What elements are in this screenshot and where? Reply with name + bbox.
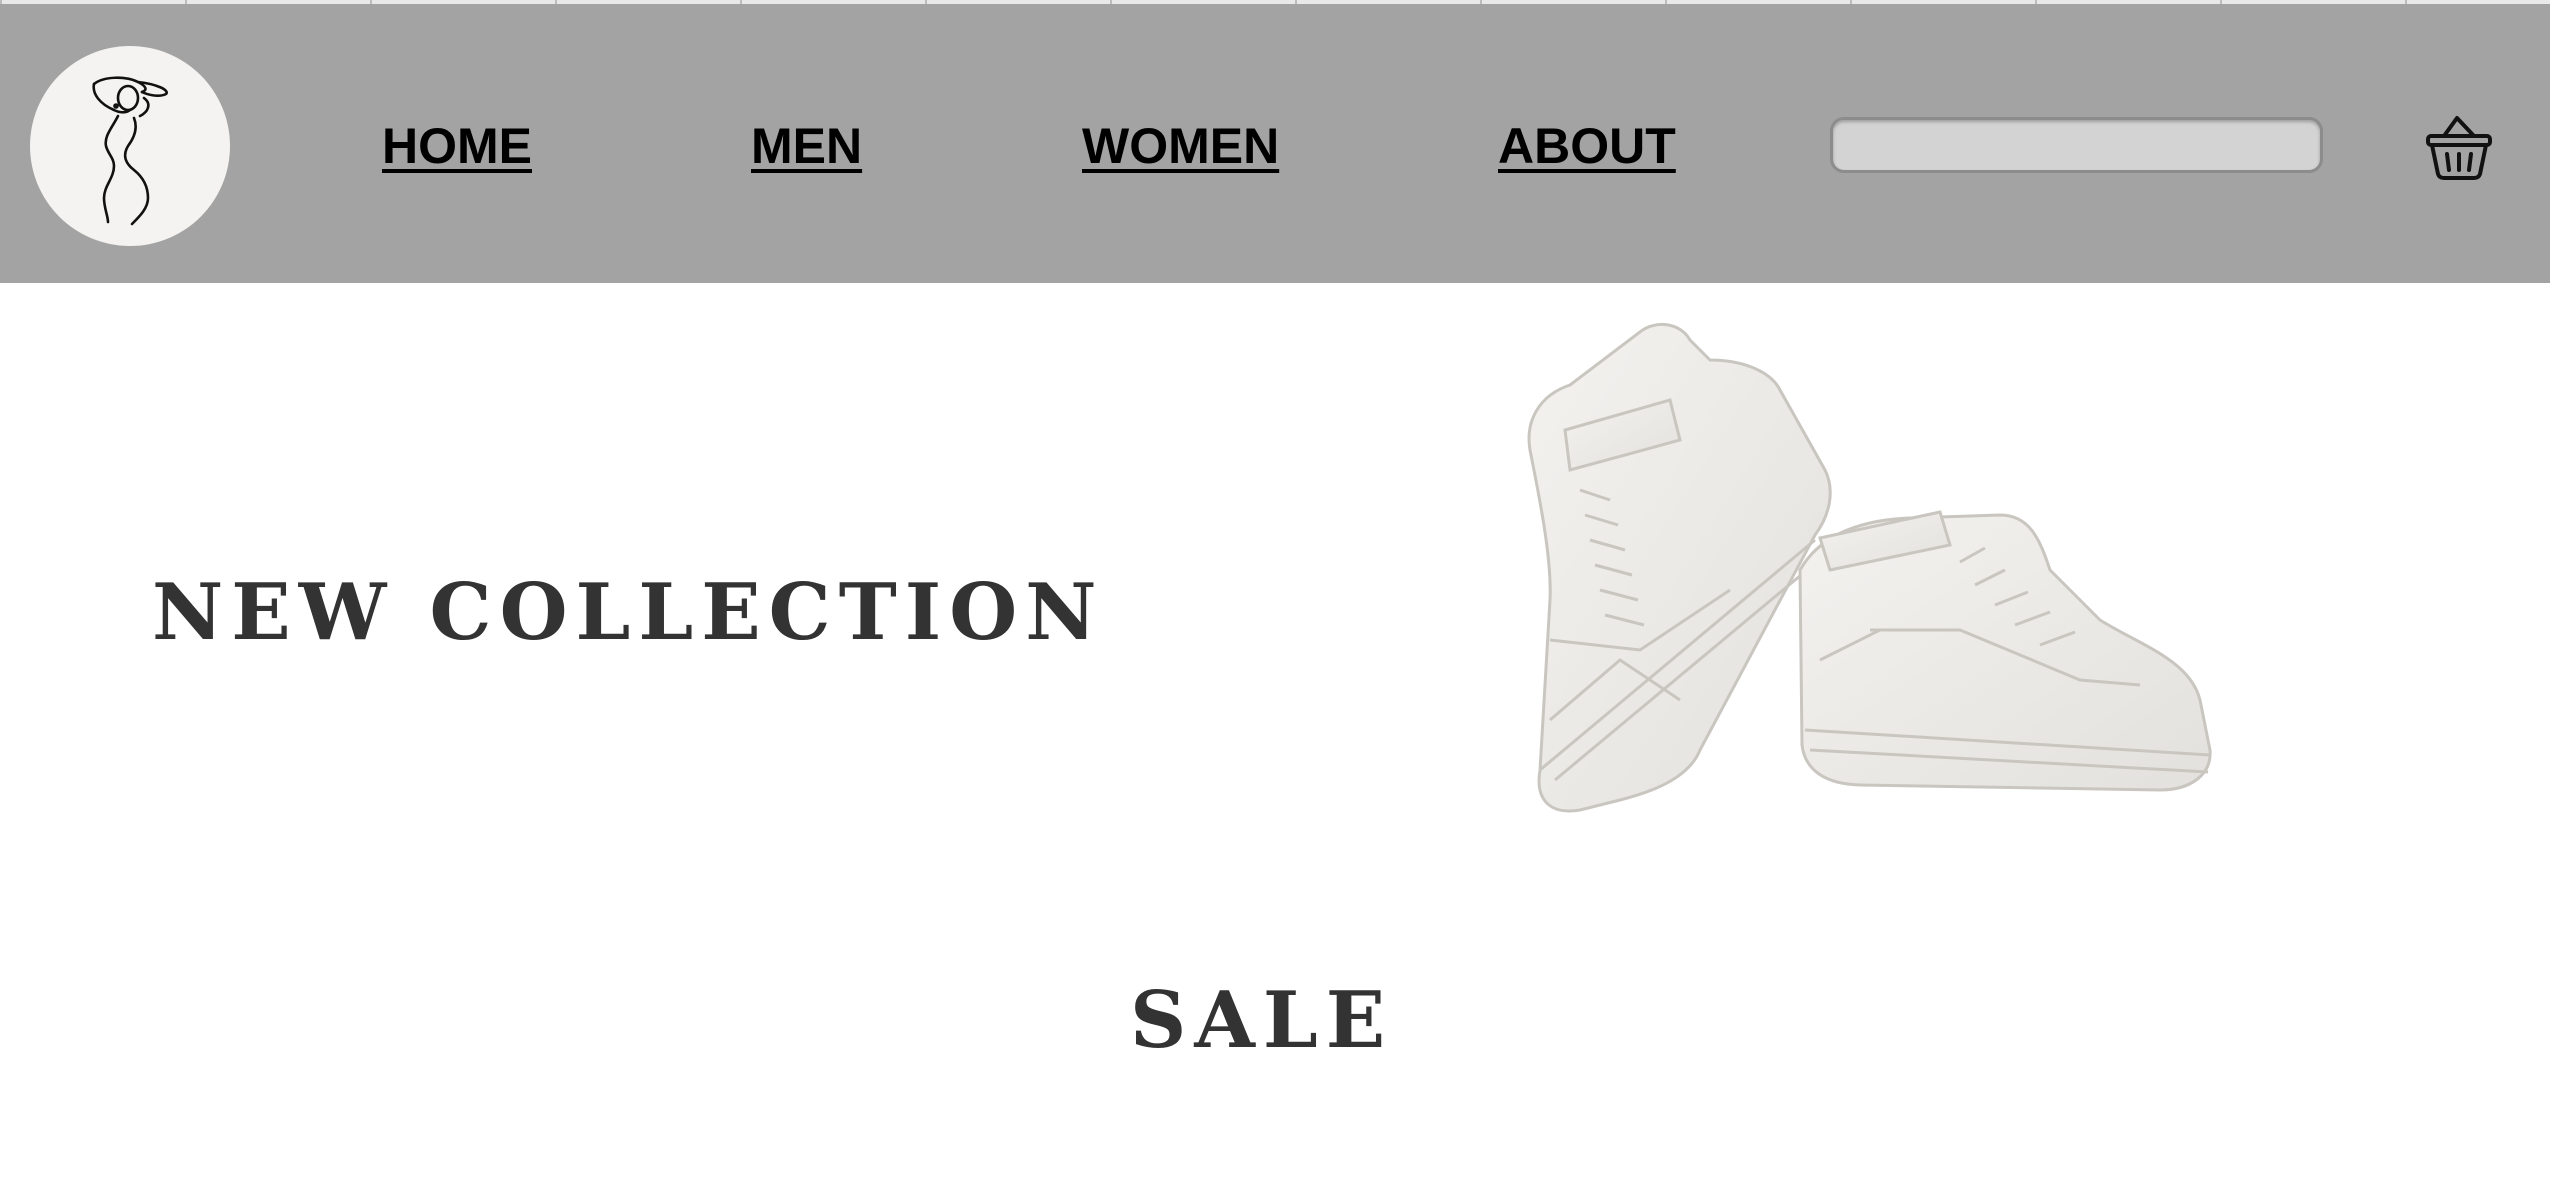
line-art-figure-logo-icon [92,76,168,226]
sale-title: SALE [1130,975,1394,1066]
basket-icon [2426,116,2492,180]
nav-men-link[interactable]: MEN [751,116,862,176]
hero-image [1440,300,2240,860]
page: HOME MEN WOMEN ABOUT NEW COLLECTION SALE [0,0,2550,1186]
hero-title: NEW COLLECTION [152,567,1105,658]
logo[interactable] [30,46,230,246]
search-input[interactable] [1830,117,2323,173]
nav-about-link[interactable]: ABOUT [1498,116,1676,176]
white-sneakers-image [1527,322,2212,813]
site-header: HOME MEN WOMEN ABOUT [0,4,2550,283]
nav-women-link[interactable]: WOMEN [1082,116,1279,176]
cart-button[interactable] [2422,110,2496,184]
nav-home-link[interactable]: HOME [382,116,532,176]
